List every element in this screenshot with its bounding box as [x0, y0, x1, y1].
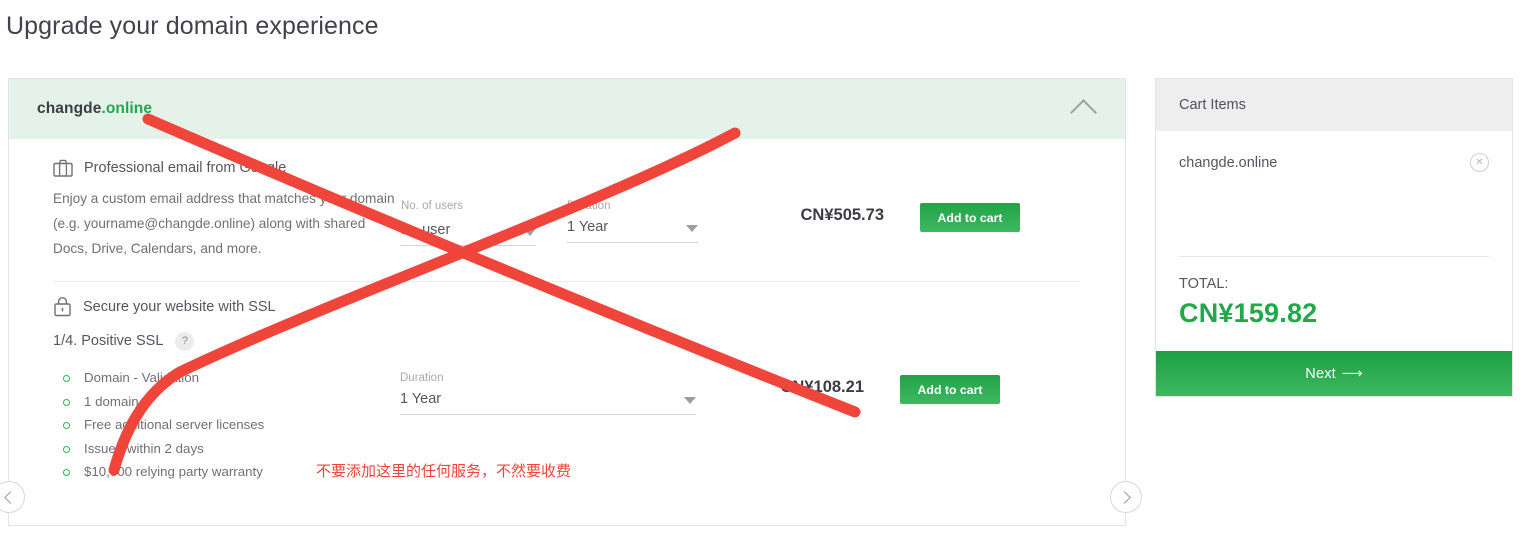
stepper-up-icon[interactable] — [524, 219, 536, 226]
stepper-down-icon[interactable] — [524, 229, 536, 236]
ssl-price: CN¥108.21 — [780, 378, 864, 396]
briefcase-icon — [53, 159, 73, 177]
ssl-left-column: Domain - Validation 1 domain Free additi… — [53, 358, 398, 484]
offer-professional-email: Professional email from Google Enjoy a c… — [9, 139, 1125, 281]
ssl-duration-label: Duration — [400, 372, 444, 384]
close-circle-icon[interactable]: ✕ — [1470, 153, 1489, 172]
list-item: $10,000 relying party warranty — [53, 460, 398, 484]
ssl-feature-list: Domain - Validation 1 domain Free additi… — [53, 366, 398, 484]
email-price: CN¥505.73 — [800, 206, 884, 224]
ssl-plan-name: 1/4. Positive SSL — [53, 333, 164, 349]
offer-email-title: Professional email from Google — [84, 160, 287, 176]
ssl-plan-row: 1/4. Positive SSL ? — [53, 326, 1083, 356]
email-add-to-cart-button[interactable]: Add to cart — [920, 203, 1020, 232]
ssl-add-to-cart-button[interactable]: Add to cart — [900, 375, 1000, 404]
help-icon[interactable]: ? — [175, 331, 195, 351]
padlock-icon — [54, 297, 71, 317]
carousel-next-button[interactable] — [1110, 481, 1142, 513]
chevron-right-icon — [1118, 490, 1131, 504]
cart-item-name: changde.online — [1179, 154, 1278, 171]
next-button[interactable]: Next ⟶ — [1156, 351, 1512, 396]
cart-header: Cart Items — [1156, 79, 1512, 131]
users-stepper[interactable]: 1 user — [401, 219, 536, 246]
cart-body: changde.online ✕ TOTAL: CN¥159.82 — [1156, 131, 1512, 329]
offer-ssl-row: Domain - Validation 1 domain Free additi… — [53, 358, 1083, 484]
cart-divider — [1179, 256, 1489, 257]
chevron-down-icon[interactable] — [684, 397, 696, 404]
users-value: 1 — [401, 222, 410, 238]
offer-ssl-title: Secure your website with SSL — [83, 298, 276, 315]
email-duration-label: Duration — [567, 200, 611, 212]
offer-ssl: Secure your website with SSL 1/4. Positi… — [9, 282, 1125, 504]
email-duration-field[interactable]: Duration 1 Year — [567, 186, 698, 243]
cart-total-label: TOTAL: — [1179, 276, 1229, 292]
chevron-left-icon — [4, 490, 17, 504]
users-field-label: No. of users — [401, 200, 463, 212]
chevron-up-icon — [1069, 98, 1097, 126]
page-title: Upgrade your domain experience — [6, 12, 379, 40]
arrow-right-icon: ⟶ — [1341, 365, 1363, 382]
offer-ssl-header: Secure your website with SSL — [53, 296, 1083, 317]
list-item: 1 domain — [53, 390, 398, 414]
ssl-duration-value: 1 Year — [400, 391, 442, 407]
offer-email-description: Enjoy a custom email address that matche… — [53, 191, 395, 256]
cart-item: changde.online ✕ — [1179, 153, 1489, 172]
email-duration-select[interactable]: 1 Year — [567, 219, 698, 243]
next-button-label: Next — [1305, 365, 1336, 382]
users-field[interactable]: No. of users 1 user — [401, 186, 536, 246]
users-spinner[interactable] — [524, 219, 536, 238]
cart-total-value: CN¥159.82 — [1179, 298, 1318, 328]
card-body: Professional email from Google Enjoy a c… — [9, 139, 1125, 504]
domain-name: changde.online — [37, 100, 152, 118]
domain-name-tld: .online — [101, 100, 153, 117]
ssl-duration-field[interactable]: Duration 1 Year — [400, 358, 696, 415]
carousel-prev-button[interactable] — [0, 481, 25, 513]
domain-name-sld: changde — [37, 100, 102, 117]
upgrade-card: changde.online Professional email from G… — [0, 78, 1142, 526]
collapse-card-button[interactable] — [1063, 89, 1103, 129]
offer-email-header: Professional email from Google — [53, 159, 1083, 177]
list-item: Domain - Validation — [53, 366, 398, 390]
domain-card-header[interactable]: changde.online — [9, 79, 1125, 139]
users-unit: user — [422, 222, 451, 238]
list-item: Free additional server licenses — [53, 413, 398, 437]
chevron-down-icon[interactable] — [686, 225, 698, 232]
offer-email-row: Enjoy a custom email address that matche… — [53, 186, 1083, 261]
email-duration-value: 1 Year — [567, 219, 609, 235]
cart-panel: Cart Items changde.online ✕ TOTAL: CN¥15… — [1155, 78, 1513, 397]
ssl-duration-select[interactable]: 1 Year — [400, 391, 696, 415]
list-item: Issued within 2 days — [53, 437, 398, 461]
